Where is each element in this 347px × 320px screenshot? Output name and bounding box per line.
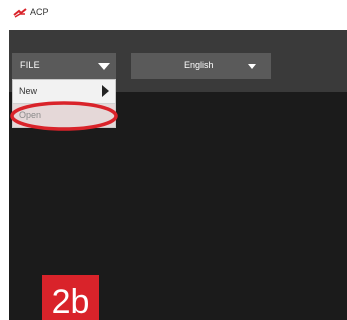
- chevron-down-icon: [98, 63, 110, 70]
- menu-item-new[interactable]: New: [13, 80, 115, 104]
- file-menu: New Open: [12, 79, 116, 128]
- acp-logo-icon: [13, 8, 27, 18]
- file-dropdown-label: FILE: [20, 60, 40, 70]
- title-bar: ACP: [0, 0, 347, 30]
- chevron-down-icon: [248, 64, 256, 69]
- menu-item-open[interactable]: Open: [13, 104, 115, 127]
- language-dropdown[interactable]: English: [131, 53, 271, 79]
- chevron-right-icon: [102, 85, 109, 97]
- window-title: ACP: [30, 7, 49, 17]
- menu-item-label: Open: [19, 110, 42, 120]
- language-dropdown-label: English: [184, 60, 214, 70]
- menu-item-label: New: [19, 86, 38, 96]
- file-dropdown[interactable]: FILE: [12, 53, 116, 79]
- step-badge: 2b: [42, 275, 99, 320]
- app-canvas: FILE English New Open 2b: [9, 30, 347, 320]
